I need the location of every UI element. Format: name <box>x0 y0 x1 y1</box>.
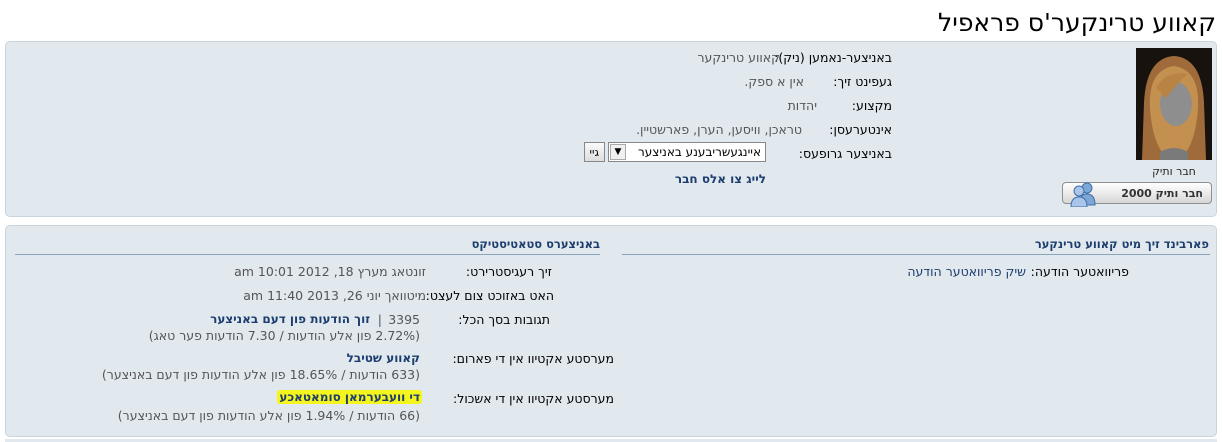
last-visit-value: מיטוואך יוני 26, 2013 11:40 am <box>243 288 426 303</box>
groups-label: באניצער גרופעס: <box>798 146 892 161</box>
avatar <box>1136 48 1212 160</box>
active-forum-label: מערסטע אקטיוו אין די פארום: <box>452 351 614 366</box>
interests-label: אינטערעסן: <box>829 122 892 137</box>
active-forum-detail: (633 הודעות / 18.65% פון אלע הודעות פון … <box>101 367 420 382</box>
posts-detail: (2.72% פון אלע הודעות / 7.30 הודעות פער … <box>148 328 420 343</box>
rank-title: חבר ותיק <box>1152 165 1196 178</box>
search-posts-link[interactable]: זוך הודעות פון דעם באניצער <box>210 312 370 326</box>
profile-panel <box>5 41 1217 217</box>
last-visit-label: האט באזוכט צום לעצט: <box>425 288 554 303</box>
stats-header: באניצערס סטאטיסטיקס <box>471 237 600 251</box>
posts-count: 3395 <box>388 312 420 327</box>
active-topic-detail: (66 הודעות / 1.94% פון אלע הודעות פון דע… <box>117 408 420 423</box>
reputation-text: חבר ותיק 2000 <box>1121 186 1203 200</box>
reputation-badge[interactable]: חבר ותיק 2000 <box>1062 182 1212 208</box>
pm-label: פריוואטער הודעה: <box>1030 264 1129 279</box>
occupation-label: מקצוע: <box>851 98 892 113</box>
page-title: קאווע טרינקער'ס פראפיל <box>938 8 1216 37</box>
active-forum-link[interactable]: קאווע שטיבל <box>347 351 420 365</box>
registered-label: זיך רעגיסטרירט: <box>465 264 552 279</box>
dropdown-arrow-icon[interactable]: ▼ <box>610 144 626 160</box>
contact-header: פארבינד זיך מיט קאווע טרינקער <box>1034 237 1209 251</box>
stats-header-underline <box>15 254 600 255</box>
users-icon <box>1070 181 1098 210</box>
active-topic-link[interactable]: די וועבערמאן סומאטאכע <box>277 390 422 404</box>
occupation-value: יהדות <box>787 98 817 113</box>
groups-select[interactable]: איינגעשריבענע באניצער ▼ <box>608 142 766 162</box>
interests-value: טראכן, וויסען, הערן, פארשטיין. <box>636 122 802 137</box>
registered-value: זונטאג מערץ 18, 2012 10:01 am <box>234 264 426 279</box>
username-value: קאווע טרינקער <box>697 50 780 65</box>
pm-link[interactable]: שיק פריוואטער הודעה <box>907 264 1026 279</box>
add-friend-link[interactable]: לייג צו אלס חבר <box>675 172 766 186</box>
location-value: אין א ספק. <box>744 74 804 89</box>
groups-select-value: איינגעשריבענע באניצער <box>637 145 761 159</box>
contact-header-underline <box>622 254 1210 255</box>
go-button[interactable]: גיי <box>583 142 605 162</box>
username-label: באניצער-נאמען (ניק): <box>774 50 892 65</box>
active-topic-label: מערסטע אקטיוו אין די אשכול: <box>453 391 614 406</box>
groups-select-row: איינגעשריבענע באניצער ▼ גיי <box>583 142 766 162</box>
posts-label: תגובות בסך הכל: <box>458 312 550 327</box>
posts-separator: | <box>377 312 382 327</box>
location-label: געפינט זיך: <box>833 74 892 89</box>
